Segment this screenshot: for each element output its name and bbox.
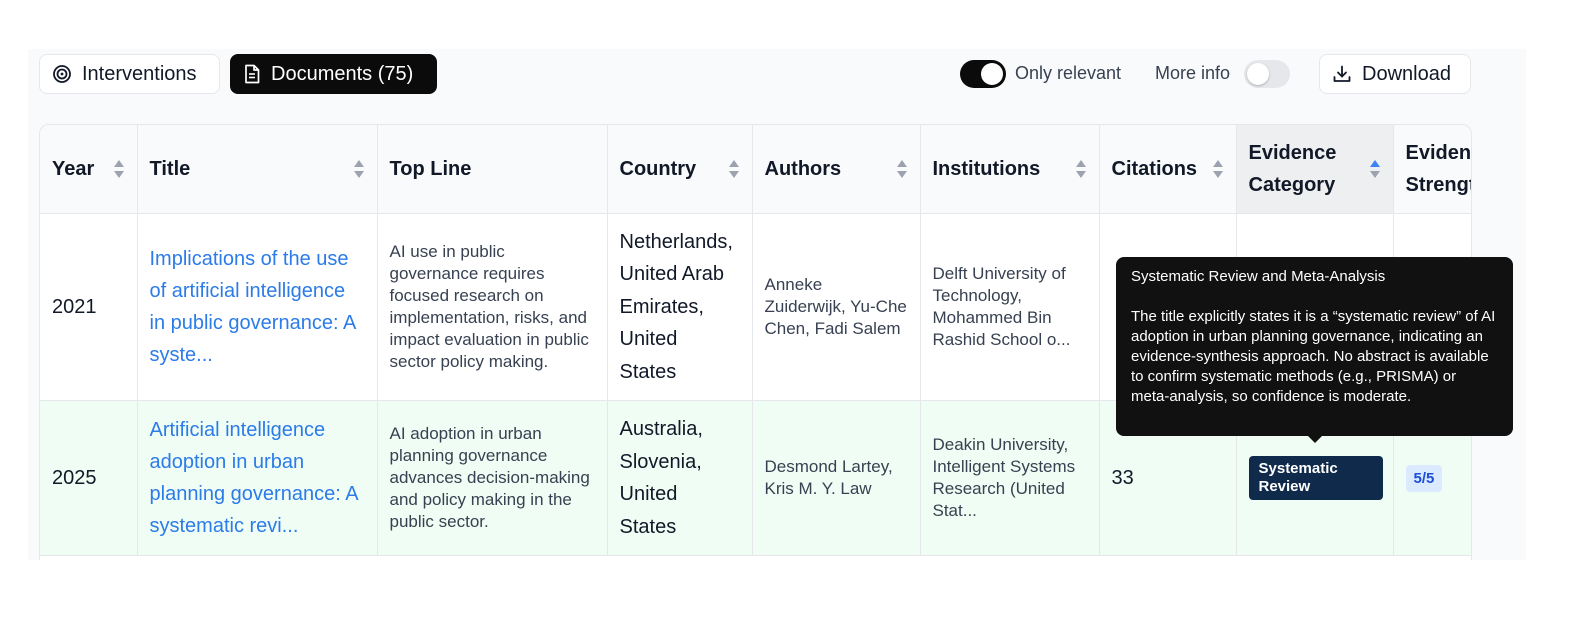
more-info-toggle[interactable] [1244, 60, 1290, 88]
sort-icon[interactable] [728, 158, 740, 180]
download-icon [1333, 65, 1351, 82]
cell-title: Artificial intelligence adoption in urba… [137, 400, 378, 556]
interventions-label: Interventions [82, 62, 197, 85]
cell-institutions: Delft University of Technology, Mohammed… [920, 213, 1100, 401]
cell-top-line: AI use in public governance requires foc… [377, 213, 608, 401]
sort-icon[interactable] [353, 158, 365, 180]
evidence-strength-badge: 5/5 [1405, 464, 1443, 492]
column-header-evidence-category[interactable]: Evidence Category [1236, 125, 1394, 214]
toggle-knob [981, 63, 1003, 85]
cell-year: 2025 [40, 400, 138, 556]
cell-top-line: AI adoption in urban planning governance… [377, 400, 608, 556]
sort-icon[interactable] [896, 158, 908, 180]
cell-institutions: Deakin University, Intelligent Systems R… [920, 400, 1100, 556]
sort-icon[interactable] [1212, 158, 1224, 180]
download-button[interactable]: Download [1319, 54, 1471, 94]
tooltip-arrow [1307, 435, 1323, 443]
column-header-institutions[interactable]: Institutions [920, 125, 1100, 214]
cell-country: Netherlands, United Arab Emirates, Unite… [607, 213, 753, 401]
column-header-title[interactable]: Title [137, 125, 378, 214]
documents-label: Documents (75) [271, 62, 414, 85]
download-label: Download [1362, 62, 1451, 85]
documents-button[interactable]: Documents (75) [230, 54, 437, 94]
column-header-country[interactable]: Country [607, 125, 753, 214]
sort-icon[interactable] [113, 158, 125, 180]
tooltip-title: Systematic Review and Meta-Analysis [1131, 268, 1386, 285]
only-relevant-label: Only relevant [1015, 63, 1122, 83]
cell-year: 2021 [40, 213, 138, 401]
tooltip-body: The title explicitly states it is a “sys… [1131, 308, 1496, 405]
column-header-top-line: Top Line [377, 125, 608, 214]
sort-ascending-icon[interactable] [1369, 158, 1381, 180]
only-relevant-toggle[interactable] [960, 60, 1006, 88]
sort-icon[interactable] [1075, 158, 1087, 180]
evidence-category-badge[interactable]: Systematic Review [1248, 456, 1383, 500]
toggle-knob [1247, 63, 1269, 85]
column-header-evidence-strength[interactable]: Evidence Strength [1393, 125, 1471, 214]
column-header-citations[interactable]: Citations [1099, 125, 1237, 214]
document-icon [245, 64, 260, 84]
evidence-category-tooltip: Systematic Review and Meta-Analysis The … [1116, 257, 1513, 443]
cell-authors: Desmond Lartey, Kris M. Y. Law [752, 400, 921, 556]
column-header-authors[interactable]: Authors [752, 125, 921, 214]
document-title-link[interactable]: Artificial intelligence adoption in urba… [150, 414, 365, 542]
more-info-label: More info [1155, 63, 1231, 83]
cell-title: Implications of the use of artificial in… [137, 213, 378, 401]
toolbar: Interventions Documents (75) Only releva… [28, 49, 1526, 99]
cell-authors: Anneke Zuiderwijk, Yu-Che Chen, Fadi Sal… [752, 213, 921, 401]
document-title-link[interactable]: Implications of the use of artificial in… [150, 243, 365, 371]
target-icon [53, 65, 71, 83]
cell-country: Australia, Slovenia, United States [607, 400, 753, 556]
column-header-year[interactable]: Year [40, 125, 138, 214]
interventions-button[interactable]: Interventions [39, 54, 220, 94]
table-header-row: Year Title Top Line Country Authors Inst… [40, 125, 1471, 214]
